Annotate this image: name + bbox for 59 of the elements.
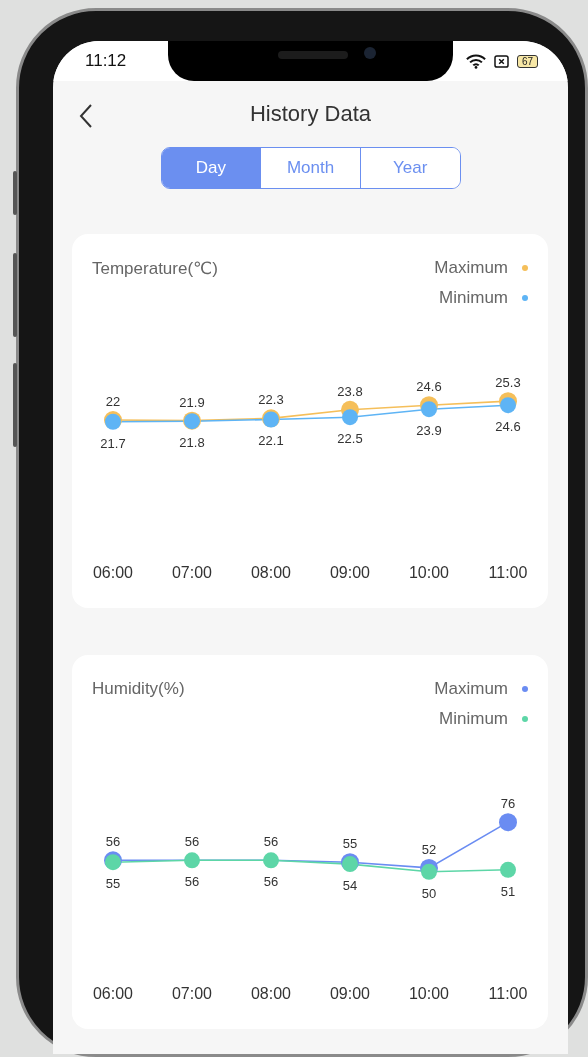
data-label: 76 [500, 796, 516, 812]
axis-label: 11:00 [488, 564, 528, 581]
data-label: 22.3 [258, 392, 284, 408]
data-label: 51 [500, 883, 516, 899]
period-tab[interactable]: Year [359, 148, 460, 188]
data-point [263, 852, 279, 869]
data-point [499, 813, 517, 832]
data-point [500, 397, 516, 414]
status-time: 11:12 [85, 51, 127, 71]
data-label: 25.3 [495, 375, 521, 391]
chart-title: Temperature(℃) [92, 258, 218, 279]
period-tab[interactable]: Month [260, 148, 360, 188]
data-label: 54 [342, 878, 358, 894]
axis-label: 07:00 [172, 564, 212, 581]
data-point [184, 852, 200, 869]
chart-title: Humidity(%) [92, 679, 185, 699]
data-label: 56 [184, 834, 200, 850]
data-label: 56 [263, 834, 279, 850]
data-label: 50 [421, 885, 437, 901]
legend-label: Maximum [434, 258, 508, 278]
legend-label: Minimum [439, 288, 508, 308]
data-label: 55 [342, 836, 358, 852]
data-point [342, 409, 358, 426]
legend-label: Maximum [434, 679, 508, 699]
wifi-icon [465, 53, 486, 69]
axis-label: 11:00 [488, 985, 528, 1002]
data-label: 23.9 [416, 423, 442, 439]
period-tab[interactable]: Day [161, 148, 261, 188]
data-label: 22.1 [258, 433, 284, 449]
axis-label: 09:00 [330, 985, 370, 1002]
page-title: History Data [249, 101, 371, 127]
data-label: 21.7 [100, 435, 126, 451]
data-label: 56 [184, 874, 200, 890]
data-label: 56 [105, 834, 121, 850]
data-label: 22.5 [337, 431, 363, 447]
data-point [421, 401, 437, 418]
data-label: 22 [105, 394, 121, 410]
data-label: 23.8 [337, 383, 363, 399]
back-icon[interactable] [79, 103, 93, 129]
data-point [500, 861, 516, 878]
axis-label: 08:00 [251, 985, 291, 1002]
data-point [421, 863, 437, 880]
axis-label: 10:00 [409, 564, 449, 581]
axis-label: 08:00 [251, 564, 291, 581]
axis-label: 06:00 [93, 985, 133, 1002]
data-label: 52 [421, 841, 437, 857]
data-label: 56 [263, 874, 279, 890]
axis-label: 09:00 [330, 564, 370, 581]
data-label: 24.6 [495, 419, 521, 435]
data-label: 55 [105, 876, 121, 892]
data-label: 21.8 [179, 435, 205, 451]
battery-level: 67 [516, 54, 538, 68]
axis-label: 07:00 [172, 985, 212, 1002]
legend-label: Minimum [439, 709, 508, 729]
axis-label: 10:00 [409, 985, 449, 1002]
data-label: 24.6 [416, 379, 442, 395]
axis-label: 06:00 [93, 564, 133, 581]
data-label: 21.9 [179, 394, 205, 410]
sim-off-icon [493, 54, 509, 68]
